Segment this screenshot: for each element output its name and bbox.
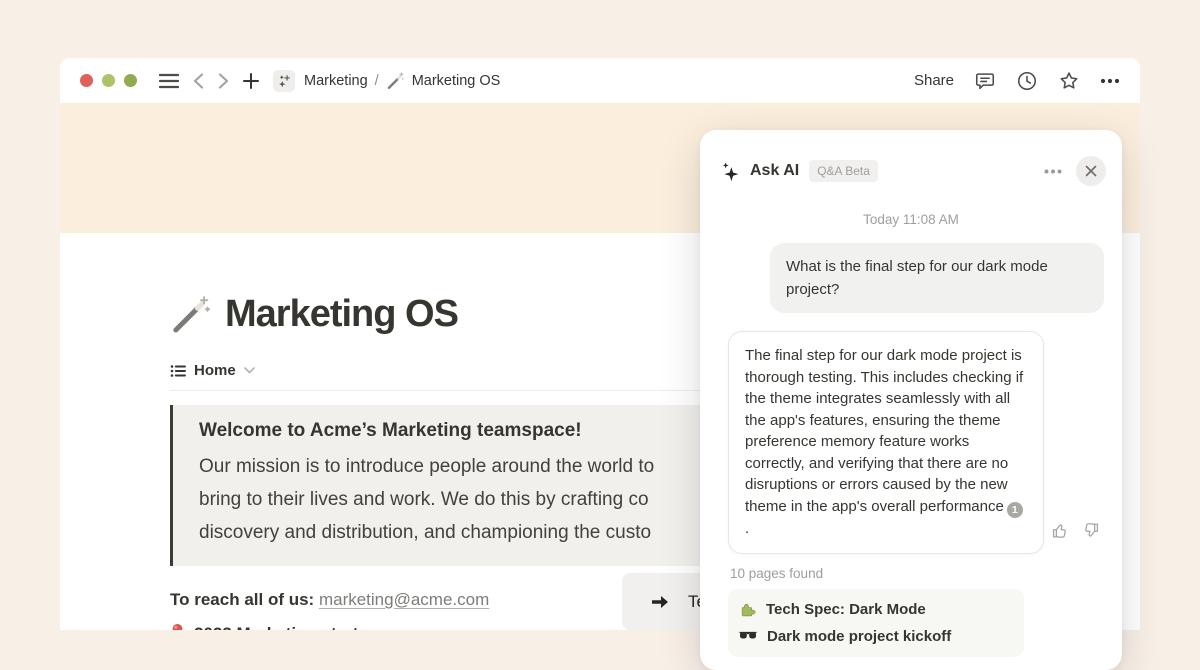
pinned-page-title: 2023 Marketing strategy — [194, 624, 388, 631]
new-page-icon[interactable] — [243, 73, 259, 89]
source-pages-list: Tech Spec: Dark Mode Dark mode project k… — [728, 589, 1024, 657]
nav-forward-icon[interactable] — [218, 73, 229, 89]
sunglasses-icon — [739, 631, 757, 642]
ai-answer-bubble: The final step for our dark mode project… — [728, 331, 1044, 554]
nav-back-icon[interactable] — [193, 73, 204, 89]
source-page-item[interactable]: Tech Spec: Dark Mode — [739, 596, 1013, 623]
comments-icon[interactable] — [974, 70, 996, 92]
chat-timestamp: Today 11:08 AM — [700, 212, 1122, 227]
minimize-window-icon[interactable] — [102, 74, 115, 87]
wand-icon — [170, 295, 210, 335]
panel-close-icon[interactable] — [1076, 156, 1106, 186]
history-clock-icon[interactable] — [1016, 70, 1038, 92]
source-page-item[interactable]: Dark mode project kickoff — [739, 623, 1013, 650]
arrow-right-icon — [649, 592, 671, 612]
tab-home[interactable]: Home — [194, 362, 236, 379]
chevron-down-icon[interactable] — [244, 367, 255, 374]
breadcrumb-separator: / — [375, 73, 379, 89]
ask-ai-panel: Ask AI Q&A Beta Today 11:08 AM What is t… — [700, 130, 1122, 670]
breadcrumb-current[interactable]: Marketing OS — [412, 73, 501, 89]
user-message-bubble: What is the final step for our dark mode… — [770, 243, 1104, 313]
contact-label: To reach all of us: — [170, 590, 314, 609]
share-button[interactable]: Share — [914, 72, 954, 89]
page-title: Marketing OS — [225, 293, 458, 336]
pages-found-label: 10 pages found — [730, 566, 1122, 581]
panel-more-icon[interactable] — [1044, 169, 1062, 174]
thumbs-down-icon[interactable] — [1082, 522, 1099, 539]
pushpin-icon — [170, 623, 185, 630]
thumbs-up-icon[interactable] — [1052, 522, 1069, 539]
list-view-icon — [170, 363, 186, 379]
ask-ai-title: Ask AI — [750, 162, 799, 180]
browser-titlebar: Marketing / Marketing OS Share — [60, 58, 1140, 103]
zoom-window-icon[interactable] — [124, 74, 137, 87]
close-window-icon[interactable] — [80, 74, 93, 87]
traffic-lights — [80, 74, 137, 87]
feedback-buttons — [1052, 522, 1099, 539]
sidebar-toggle-icon[interactable] — [159, 73, 179, 89]
qa-beta-badge: Q&A Beta — [809, 160, 878, 182]
ai-answer-suffix: . — [745, 520, 749, 537]
source-page-title: Tech Spec: Dark Mode — [766, 601, 926, 618]
puzzle-icon — [739, 601, 756, 618]
favorite-star-icon[interactable] — [1058, 70, 1080, 92]
source-page-title: Dark mode project kickoff — [767, 628, 951, 645]
wand-icon — [386, 72, 404, 90]
breadcrumb-parent[interactable]: Marketing — [304, 73, 368, 89]
notion-ai-icon[interactable] — [273, 70, 295, 92]
citation-badge[interactable]: 1 — [1007, 502, 1023, 518]
more-options-icon[interactable] — [1100, 78, 1120, 84]
ask-ai-header: Ask AI Q&A Beta — [700, 130, 1122, 186]
ai-answer-text: The final step for our dark mode project… — [745, 347, 1023, 515]
sparkle-icon — [720, 161, 741, 182]
contact-email-link[interactable]: marketing@acme.com — [319, 590, 489, 609]
